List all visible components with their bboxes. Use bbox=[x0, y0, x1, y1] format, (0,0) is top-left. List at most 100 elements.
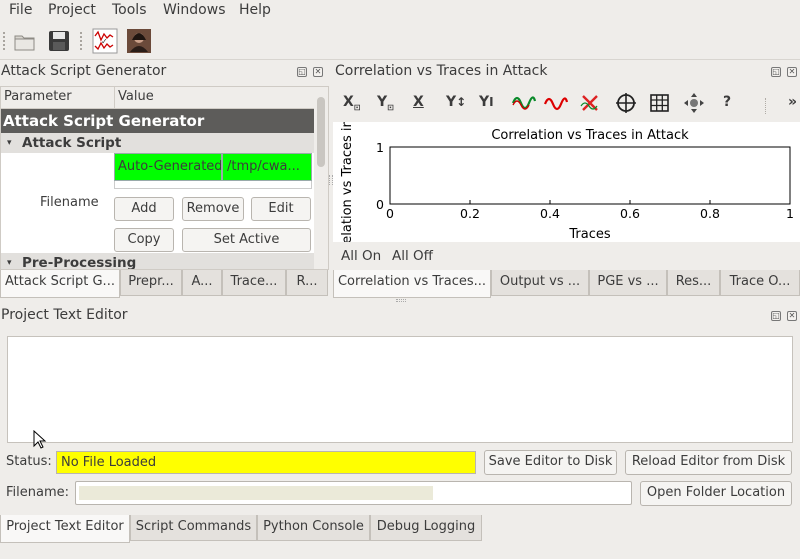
editor-text-area[interactable] bbox=[7, 336, 793, 449]
status-field: No File Loaded bbox=[56, 451, 476, 474]
filename-table-remainder bbox=[114, 181, 312, 189]
close-icon[interactable]: ✕ bbox=[787, 67, 797, 77]
photo-icon[interactable] bbox=[126, 28, 152, 54]
tab-results[interactable]: R... bbox=[286, 270, 328, 296]
menu-tools[interactable]: Tools bbox=[112, 2, 147, 18]
tab-debug-logging[interactable]: Debug Logging bbox=[370, 515, 482, 541]
left-dock-tabs: Attack Script G... Prepr... A... Trace..… bbox=[0, 270, 329, 298]
tab-output-vs[interactable]: Output vs ... bbox=[491, 270, 589, 296]
x-lock-icon[interactable]: X bbox=[413, 94, 424, 110]
graph-toolbar: X⊡ Y⊡ X Y↕ YI ? » bbox=[333, 86, 800, 120]
all-off-link[interactable]: All Off bbox=[392, 248, 433, 264]
tab-pge-vs[interactable]: PGE vs ... bbox=[589, 270, 667, 296]
menu-file[interactable]: File bbox=[9, 2, 32, 18]
y-tick-label: 0 bbox=[376, 197, 384, 212]
save-editor-button[interactable]: Save Editor to Disk bbox=[484, 450, 617, 475]
overflow-icon[interactable]: » bbox=[788, 94, 797, 110]
grid-icon[interactable] bbox=[649, 92, 671, 118]
tab-attack[interactable]: A... bbox=[182, 270, 222, 296]
reload-editor-button[interactable]: Reload Editor from Disk bbox=[625, 450, 792, 475]
chart-area[interactable]: Correlation vs Traces in Attack Traces ela… bbox=[333, 119, 800, 244]
toolbar-separator bbox=[765, 98, 766, 114]
y-log-icon[interactable]: YI bbox=[479, 94, 494, 110]
folder-open-icon[interactable] bbox=[12, 28, 38, 54]
filename-cell-path[interactable]: /tmp/cwa... bbox=[222, 153, 312, 181]
tab-project-text-editor[interactable]: Project Text Editor bbox=[0, 515, 130, 543]
tree-group-attack-script[interactable]: ▾ Attack Script bbox=[1, 133, 314, 153]
move-icon[interactable] bbox=[683, 92, 705, 118]
status-label: Status: bbox=[6, 454, 52, 469]
y-axis-label: elation vs Traces in bbox=[340, 122, 355, 242]
tab-trace-output[interactable]: Trace O... bbox=[720, 270, 800, 296]
tree-scrollbar[interactable] bbox=[314, 87, 328, 269]
filename-cell-auto-generated[interactable]: Auto-Generated bbox=[114, 153, 222, 181]
crosshair-icon[interactable] bbox=[615, 92, 637, 118]
menu-windows[interactable]: Windows bbox=[163, 2, 226, 18]
tab-preprocessing[interactable]: Prepr... bbox=[120, 270, 182, 296]
tab-results[interactable]: Res... bbox=[667, 270, 720, 296]
group-label: Attack Script bbox=[22, 135, 122, 151]
chart-links-bar: All On All Off bbox=[333, 244, 800, 270]
parameter-tree: Parameter Value Attack Script Generator … bbox=[0, 86, 329, 270]
x-tick-label: 0.2 bbox=[460, 206, 480, 221]
toolbar-grip[interactable] bbox=[3, 32, 6, 50]
y-autoscale-icon[interactable]: Y⊡ bbox=[377, 94, 394, 112]
y-lock-icon[interactable]: Y↕ bbox=[446, 94, 466, 110]
menu-bar: File Project Tools Windows Help bbox=[0, 0, 800, 22]
tab-trace[interactable]: Trace... bbox=[222, 270, 286, 296]
expand-arrow-icon[interactable]: ▾ bbox=[7, 253, 12, 269]
x-tick-label: 0.4 bbox=[540, 206, 560, 221]
save-icon[interactable] bbox=[46, 28, 72, 54]
filename-field[interactable] bbox=[75, 481, 632, 505]
set-active-button[interactable]: Set Active bbox=[182, 228, 311, 252]
menu-project[interactable]: Project bbox=[48, 2, 96, 18]
vertical-splitter-handle[interactable] bbox=[329, 175, 333, 185]
red-cross-icon[interactable] bbox=[579, 92, 601, 118]
editor-dock-title: Project Text Editor bbox=[1, 307, 128, 323]
menu-help[interactable]: Help bbox=[239, 2, 271, 18]
tab-python-console[interactable]: Python Console bbox=[257, 515, 370, 541]
tree-row-attack-script-generator[interactable]: Attack Script Generator bbox=[1, 109, 314, 133]
column-header-value[interactable]: Value bbox=[114, 87, 314, 109]
green-wave-icon[interactable] bbox=[511, 92, 537, 118]
expand-arrow-icon[interactable]: ▾ bbox=[7, 133, 12, 153]
help-icon[interactable]: ? bbox=[723, 94, 731, 110]
tab-correlation-vs-traces[interactable]: Correlation vs Traces... bbox=[333, 270, 491, 298]
waveform-icon[interactable]: ✓ bbox=[92, 28, 118, 54]
x-tick-label: 0 bbox=[386, 206, 394, 221]
float-icon[interactable]: ◱ bbox=[771, 311, 781, 321]
x-tick-label: 0.6 bbox=[620, 206, 640, 221]
float-icon[interactable]: ◱ bbox=[771, 67, 781, 77]
group-label: Pre-Processing bbox=[22, 255, 137, 270]
x-tick-label: 0.8 bbox=[700, 206, 720, 221]
tab-attack-script-generator[interactable]: Attack Script G... bbox=[0, 270, 120, 298]
close-icon[interactable]: ✕ bbox=[313, 67, 323, 77]
float-icon[interactable]: ◱ bbox=[297, 67, 307, 77]
add-button[interactable]: Add bbox=[114, 197, 174, 221]
column-header-parameter[interactable]: Parameter bbox=[1, 87, 114, 109]
main-toolbar: ✓ bbox=[0, 22, 800, 60]
remove-button[interactable]: Remove bbox=[182, 197, 244, 221]
filename-field-value bbox=[79, 486, 433, 500]
x-axis-label: Traces bbox=[568, 227, 610, 242]
chart-title: Correlation vs Traces in Attack bbox=[491, 128, 689, 143]
open-folder-button[interactable]: Open Folder Location bbox=[640, 481, 792, 506]
copy-button[interactable]: Copy bbox=[114, 228, 174, 252]
tab-script-commands[interactable]: Script Commands bbox=[130, 515, 257, 541]
plot-frame bbox=[389, 146, 791, 205]
scrollbar-thumb[interactable] bbox=[317, 97, 325, 167]
correlation-chart[interactable]: Correlation vs Traces in Attack Traces ela… bbox=[333, 119, 800, 243]
x-autoscale-label: X bbox=[343, 94, 354, 110]
filename-label: Filename bbox=[40, 195, 99, 210]
edit-button[interactable]: Edit bbox=[251, 197, 311, 221]
red-wave-icon[interactable] bbox=[543, 92, 569, 118]
right-dock-tabs: Correlation vs Traces... Output vs ... P… bbox=[333, 270, 800, 298]
horizontal-splitter-handle[interactable] bbox=[396, 299, 406, 302]
tree-group-pre-processing[interactable]: ▾ Pre-Processing bbox=[1, 253, 314, 270]
x-autoscale-icon[interactable]: X⊡ bbox=[343, 94, 361, 112]
all-on-link[interactable]: All On bbox=[341, 248, 381, 264]
x-tick-label: 1 bbox=[786, 206, 794, 221]
svg-text:✓: ✓ bbox=[101, 37, 108, 46]
close-icon[interactable]: ✕ bbox=[787, 311, 797, 321]
filename-label: Filename: bbox=[6, 485, 70, 500]
